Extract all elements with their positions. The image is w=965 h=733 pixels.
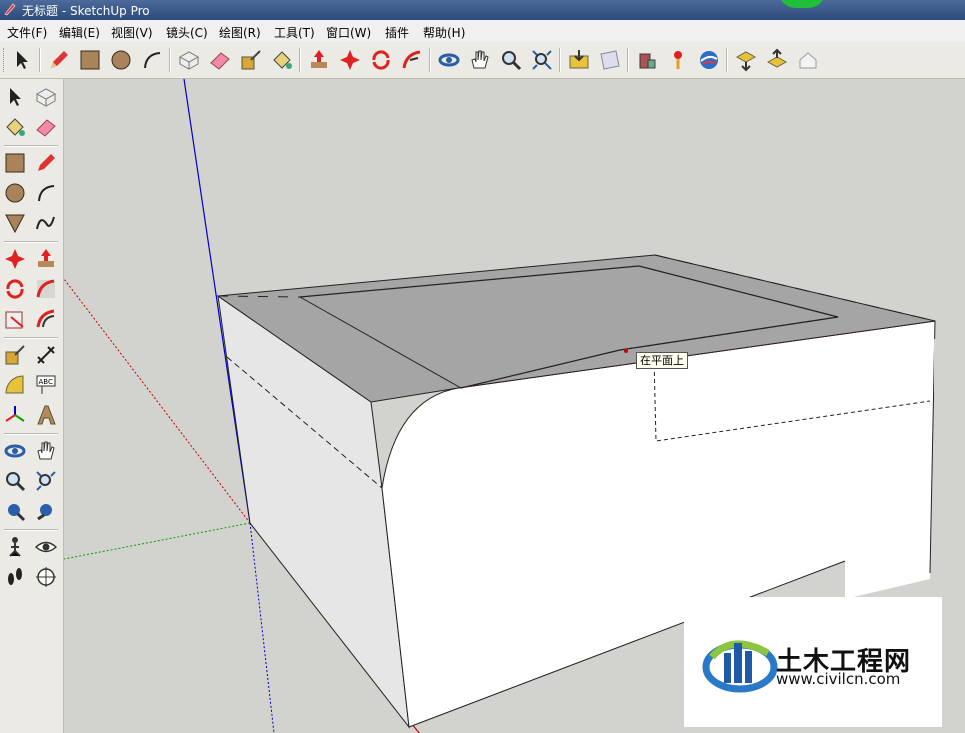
left-toolbar: ABC [0, 79, 64, 733]
sketchup-app-icon [4, 3, 16, 16]
move-icon[interactable] [336, 46, 364, 74]
watermark-url: www.civilcn.com [776, 670, 901, 688]
push-pull-icon[interactable] [305, 46, 333, 74]
pan-icon[interactable] [466, 46, 494, 74]
axes-icon[interactable] [1, 401, 29, 429]
rectangle-icon[interactable] [1, 149, 29, 177]
zoom-icon[interactable] [497, 46, 525, 74]
paint-bucket-icon[interactable] [1, 113, 29, 141]
tape-measure-icon[interactable] [1, 341, 29, 369]
rotate-icon[interactable] [367, 46, 395, 74]
push-pull-icon[interactable] [32, 245, 60, 273]
section-plane-icon[interactable] [32, 563, 60, 591]
zoom-window-icon[interactable] [32, 467, 60, 495]
zoom-extents-icon[interactable] [1, 497, 29, 525]
pan-icon[interactable] [32, 437, 60, 465]
position-camera-icon[interactable] [1, 533, 29, 561]
menu-bar: 文件(F) 编辑(E) 视图(V) 镜头(C) 绘图(R) 工具(T) 窗口(W… [0, 20, 965, 43]
window-title: 无标题 - SketchUp Pro [22, 4, 150, 18]
place-model-icon[interactable] [664, 46, 692, 74]
make-component-icon[interactable] [175, 46, 203, 74]
zoom-icon[interactable] [1, 467, 29, 495]
svg-text:ABC: ABC [39, 378, 53, 386]
rotate-icon[interactable] [1, 275, 29, 303]
menu-view[interactable]: 视图(V) [111, 24, 153, 41]
google-earth-icon[interactable] [695, 46, 723, 74]
share-model-icon[interactable] [596, 46, 624, 74]
select-icon[interactable] [1, 83, 29, 111]
title-bar: 无标题 - SketchUp Pro [0, 0, 965, 20]
move-icon[interactable] [1, 245, 29, 273]
circle-icon[interactable] [1, 179, 29, 207]
green-indicator [778, 0, 826, 8]
orbit-icon[interactable] [435, 46, 463, 74]
menu-file[interactable]: 文件(F) [7, 24, 47, 41]
pencil-icon[interactable] [45, 46, 73, 74]
get-models-icon[interactable] [565, 46, 593, 74]
follow-me-icon[interactable] [398, 46, 426, 74]
scale-icon[interactable] [1, 305, 29, 333]
offset-icon[interactable] [32, 305, 60, 333]
menu-edit[interactable]: 编辑(E) [59, 24, 100, 41]
inference-tooltip: 在平面上 [636, 352, 688, 369]
arc-icon[interactable] [32, 179, 60, 207]
paint-bucket-icon[interactable] [268, 46, 296, 74]
rectangle-icon[interactable] [76, 46, 104, 74]
polygon-icon[interactable] [1, 209, 29, 237]
menu-tools[interactable]: 工具(T) [274, 24, 315, 41]
preview-icon[interactable] [794, 46, 822, 74]
tape-measure-icon[interactable] [237, 46, 265, 74]
menu-help[interactable]: 帮助(H) [423, 24, 465, 41]
3d-text-icon[interactable] [32, 401, 60, 429]
toolbar-grip[interactable] [3, 48, 7, 72]
menu-window[interactable]: 窗口(W) [326, 24, 371, 41]
eraser-icon[interactable] [206, 46, 234, 74]
menu-draw[interactable]: 绘图(R) [219, 24, 261, 41]
circle-icon[interactable] [107, 46, 135, 74]
components-icon[interactable] [633, 46, 661, 74]
arc-icon[interactable] [138, 46, 166, 74]
watermark: 土木工程网 www.civilcn.com [684, 597, 942, 727]
cursor-point [624, 349, 628, 353]
freehand-icon[interactable] [32, 209, 60, 237]
dimension-icon[interactable] [32, 341, 60, 369]
get-current-view-icon[interactable] [732, 46, 760, 74]
select-icon[interactable] [8, 46, 36, 74]
follow-me-icon[interactable] [32, 275, 60, 303]
make-component-icon[interactable] [32, 83, 60, 111]
look-around-icon[interactable] [32, 533, 60, 561]
top-toolbar [0, 42, 965, 79]
eraser-icon[interactable] [32, 113, 60, 141]
walk-icon[interactable] [1, 563, 29, 591]
zoom-extents-icon[interactable] [528, 46, 556, 74]
menu-plugins[interactable]: 插件 [385, 24, 409, 41]
civilcn-logo [702, 640, 778, 693]
menu-camera[interactable]: 镜头(C) [166, 24, 208, 41]
text-icon[interactable]: ABC [32, 371, 60, 399]
line-icon[interactable] [32, 149, 60, 177]
protractor-icon[interactable] [1, 371, 29, 399]
previous-view-icon[interactable] [32, 497, 60, 525]
toggle-terrain-icon[interactable] [763, 46, 791, 74]
orbit-icon[interactable] [1, 437, 29, 465]
